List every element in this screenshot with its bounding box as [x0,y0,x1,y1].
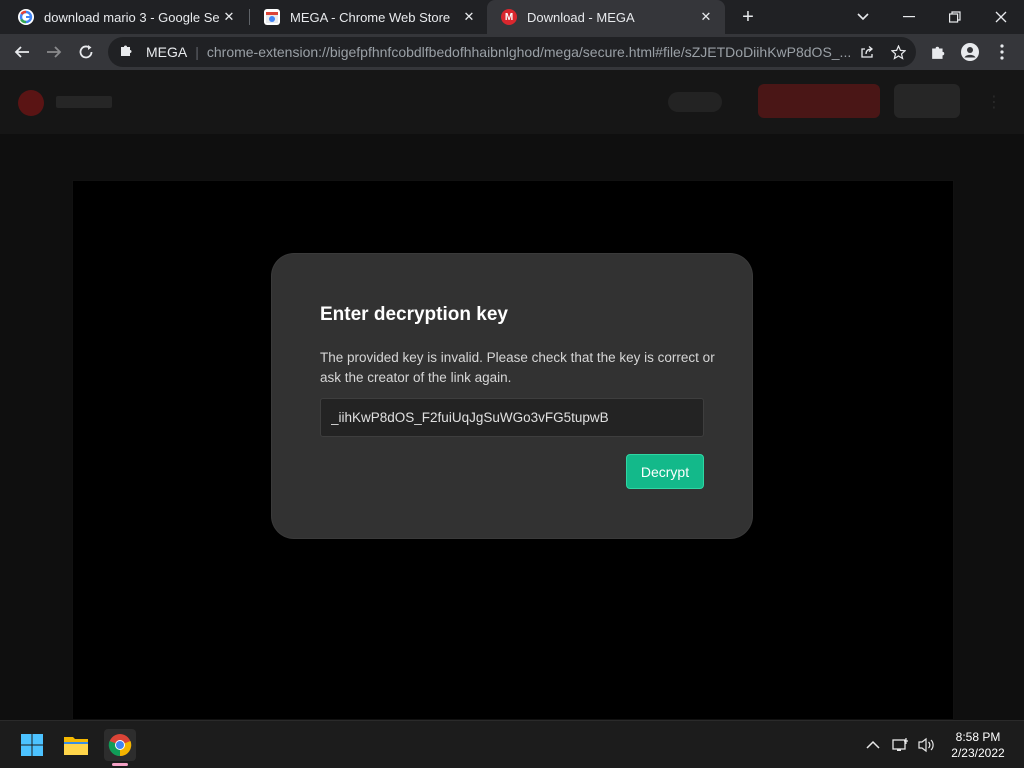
close-icon[interactable]: ✕ [220,8,238,26]
browser-toolbar: MEGA | chrome-extension://bigefpfhnfcobd… [0,34,1024,70]
bookmark-star-icon[interactable] [887,41,909,63]
minimize-icon[interactable] [886,0,932,34]
volume-icon[interactable] [918,735,936,755]
tab-search-chevron-down-icon[interactable] [840,0,886,34]
decryption-key-input[interactable] [320,398,704,437]
tab-title: Download - MEGA [527,9,635,25]
restore-icon[interactable] [932,0,978,34]
more-vertical-icon[interactable] [988,38,1016,66]
close-icon[interactable]: ✕ [697,8,715,26]
clock-date: 2/23/2022 [951,746,1005,760]
dialog-title: Enter decryption key [320,304,508,325]
decrypt-button[interactable]: Decrypt [626,454,704,489]
profile-avatar-icon[interactable] [956,38,984,66]
windows-start-icon[interactable] [16,729,48,761]
network-icon[interactable] [892,735,910,755]
divider: | [195,44,199,60]
mega-header: ⋮ [0,70,1024,134]
mega-icon: M [501,9,517,25]
extensions-puzzle-icon[interactable] [924,38,952,66]
google-icon [18,9,34,25]
url-text: chrome-extension://bigefpfhnfcobdlfbedof… [206,44,852,60]
create-account-button[interactable] [758,84,880,118]
back-arrow-icon[interactable] [8,38,36,66]
decryption-key-dialog: Enter decryption key The provided key is… [272,254,752,538]
reload-icon[interactable] [72,38,100,66]
address-bar[interactable]: MEGA | chrome-extension://bigefpfhnfcobd… [108,37,916,67]
file-explorer-folder-icon[interactable] [60,729,92,761]
login-button[interactable] [894,84,960,118]
mega-logo-icon [18,90,44,116]
chrome-taskbar-icon[interactable] [104,729,136,761]
chrome-web-store-icon [264,9,280,25]
chevron-up-icon[interactable] [866,735,880,755]
tab-title: MEGA - Chrome Web Store [290,9,451,25]
forward-arrow-icon[interactable] [40,38,68,66]
windows-taskbar: 8:58 PM 2/23/2022 [0,720,1024,768]
close-window-icon[interactable] [978,0,1024,34]
close-icon[interactable]: ✕ [460,8,478,26]
tab-strip: download mario 3 - Google Sear ✕ MEGA - … [0,0,1024,34]
menu-icon[interactable]: ⋮ [986,92,1002,112]
extension-puzzle-icon [120,44,136,60]
tab-chrome-web-store[interactable]: MEGA - Chrome Web Store ✕ [250,0,488,34]
dialog-message: The provided key is invalid. Please chec… [320,350,715,385]
active-app-indicator [112,763,128,766]
tab-google-search[interactable]: download mario 3 - Google Sear ✕ [4,0,248,34]
mega-wordmark [56,96,112,108]
clock-time: 8:58 PM [955,730,1001,744]
language-selector[interactable] [668,92,722,112]
tab-title: download mario 3 - Google Sear [44,9,220,25]
system-clock[interactable]: 8:58 PM 2/23/2022 [940,729,1016,761]
new-tab-plus-icon[interactable]: + [736,5,760,29]
tab-download-mega[interactable]: M Download - MEGA ✕ [487,0,725,34]
site-label: MEGA [146,44,188,60]
share-icon[interactable] [856,41,878,63]
